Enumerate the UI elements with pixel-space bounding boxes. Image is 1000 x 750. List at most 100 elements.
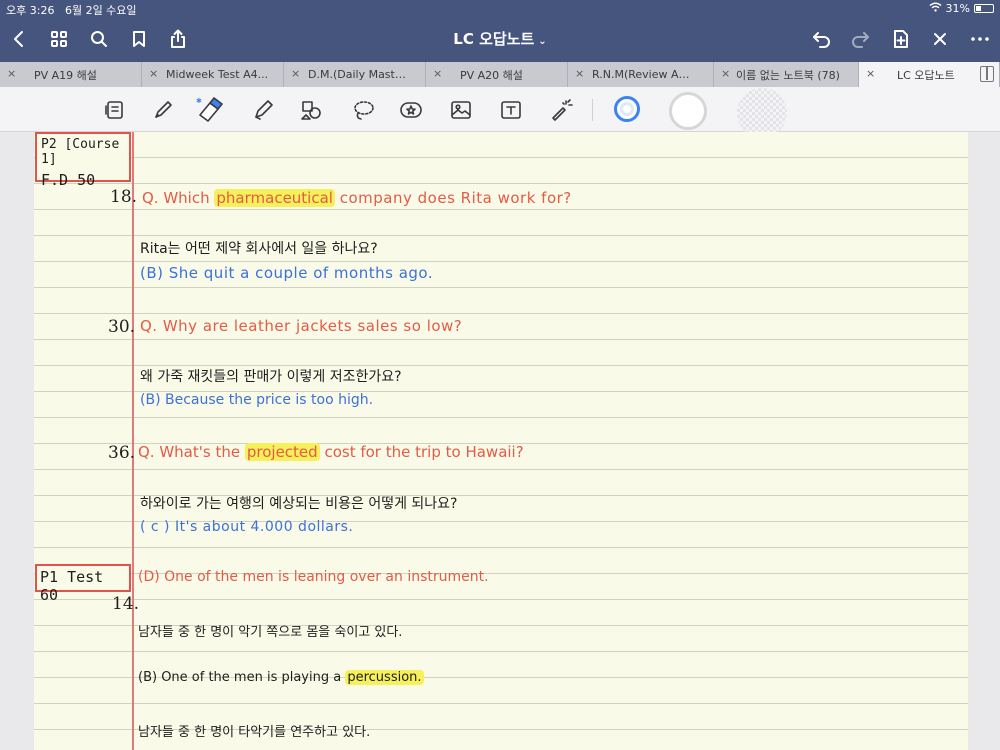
status-bar-right: 31% (929, 2, 994, 15)
question-number: 14. (112, 594, 140, 614)
lined-paper[interactable] (34, 132, 968, 750)
tab-label: PV A20 해설 (460, 68, 523, 82)
question-text: Q. Which (142, 189, 210, 207)
redo-icon (852, 32, 869, 48)
highlighter-tool[interactable] (248, 95, 278, 125)
page-view-icon (105, 101, 123, 119)
redo-button[interactable] (845, 24, 875, 54)
battery-percent: 31% (945, 2, 970, 15)
highlighted-word: pharmaceutical (214, 189, 335, 207)
laser-pointer-tool[interactable] (546, 95, 576, 125)
margin-line (132, 132, 134, 750)
answer-18: (B) She quit a couple of months ago. (140, 264, 434, 282)
tab-close-icon[interactable]: × (721, 67, 730, 80)
eraser-icon: ✱ (196, 97, 223, 122)
answer-d: (D) One of the men is leaning over an in… (138, 569, 489, 585)
question-18-translation: Rita는 어떤 제약 회사에서 일을 하나요? (140, 241, 378, 257)
answer-b: (B) One of the men is playing a percussi… (138, 670, 424, 685)
tab-review-and[interactable]: × R.N.M(Review And... (568, 62, 714, 87)
tab-close-icon[interactable]: × (7, 67, 16, 80)
more-icon (971, 37, 989, 41)
tab-bar: × PV A19 해설 × Midweek Test A4... × D.M.(… (0, 62, 1000, 87)
answer-30: (B) Because the price is too high. (140, 392, 374, 408)
tab-label: 이름 없는 노트북 (78) (736, 68, 840, 82)
question-text: company does Rita work for? (339, 189, 572, 207)
test-label-box: P1 Test 60 (35, 564, 131, 604)
question-number: 30. (108, 317, 136, 337)
question-18: Q. Which pharmaceutical company does Rit… (142, 189, 572, 207)
close-button[interactable] (925, 24, 955, 54)
text-icon (501, 101, 521, 119)
course-label-box: P2 [Course 1] F.D 50 (35, 132, 131, 189)
battery-icon (974, 4, 994, 13)
text-tool[interactable] (496, 95, 526, 125)
laser-pointer-icon (552, 99, 573, 121)
question-36-translation: 하와이로 가는 여행의 예상되는 비용은 어떻게 되나요? (140, 496, 458, 512)
question-number: 36. (108, 443, 136, 463)
toolbar-separator (592, 99, 593, 121)
tab-close-icon[interactable]: × (433, 67, 442, 80)
question-number: 18. (110, 187, 138, 207)
color-swatch-secondary[interactable] (669, 92, 707, 130)
sticker-tool[interactable] (396, 95, 426, 125)
question-30-translation: 왜 가죽 재킷들의 판매가 이렇게 저조한가요? (140, 369, 402, 385)
notebook-page[interactable]: P2 [Course 1] F.D 50 18. Q. Which pharma… (0, 132, 1000, 750)
tab-untitled-notebook[interactable]: × 이름 없는 노트북 (78) (714, 62, 859, 87)
lasso-tool[interactable] (349, 95, 379, 125)
chevron-down-icon: ⌄ (538, 36, 547, 47)
drawing-toolbar: ✱ (0, 87, 1000, 138)
close-icon (934, 33, 946, 45)
question-text: cost for the trip to Hawaii? (324, 443, 524, 461)
answer-36: ( c ) It's about 4.000 dollars. (140, 519, 354, 535)
question-36: Q. What's the projected cost for the tri… (138, 443, 524, 461)
document-title-text: LC 오답노트 (453, 30, 535, 48)
tab-close-icon[interactable]: × (149, 67, 158, 80)
tab-label: Midweek Test A4... (166, 68, 269, 81)
tab-close-icon[interactable]: × (291, 67, 300, 80)
answer-text: (B) One of the men is playing a (138, 670, 342, 685)
question-30: Q. Why are leather jackets sales so low? (140, 317, 463, 335)
add-page-icon (894, 30, 908, 48)
undo-icon (813, 32, 830, 48)
status-date: 6월 2일 수요일 (64, 4, 137, 17)
shapes-tool[interactable] (297, 95, 327, 125)
wifi-icon (929, 2, 942, 15)
lasso-icon (354, 101, 374, 120)
highlighted-word: projected (244, 443, 320, 461)
bluetooth-icon: ✱ (196, 97, 202, 105)
sticker-icon (400, 102, 422, 118)
page-view-button[interactable] (100, 95, 130, 125)
tab-pv-a19[interactable]: × PV A19 해설 (0, 62, 142, 87)
tab-close-icon[interactable]: × (575, 67, 584, 80)
split-view-icon[interactable] (980, 66, 994, 82)
status-time: 오후 3:26 (6, 4, 55, 17)
tab-label: R.N.M(Review And... (592, 68, 696, 81)
tab-daily-master[interactable]: × D.M.(Daily Master... (284, 62, 426, 87)
eraser-tool[interactable]: ✱ (196, 95, 226, 125)
status-bar-time: 오후 3:26 6월 2일 수요일 (6, 2, 137, 18)
highlighter-icon (255, 100, 273, 120)
tab-label: D.M.(Daily Master... (308, 68, 412, 81)
color-swatch-tertiary[interactable] (737, 88, 787, 138)
color-swatch-selected[interactable] (614, 96, 640, 122)
top-bar: 오후 3:26 6월 2일 수요일 31% LC 오답노트 ⌄ (0, 0, 1000, 62)
tab-close-icon[interactable]: × (866, 67, 875, 80)
image-icon (451, 101, 471, 119)
course-label: P2 [Course 1] (41, 137, 120, 167)
image-tool[interactable] (446, 95, 476, 125)
more-button[interactable] (965, 24, 995, 54)
highlighted-word: percussion. (345, 670, 424, 685)
shapes-icon (301, 101, 321, 120)
tab-lc-wrong-answer-note[interactable]: × LC 오답노트 (859, 62, 1000, 87)
add-page-button[interactable] (886, 24, 916, 54)
tab-label: PV A19 해설 (34, 68, 97, 82)
tab-midweek-test[interactable]: × Midweek Test A4... (142, 62, 284, 87)
tab-label: LC 오답노트 (897, 68, 955, 82)
answer-b-translation: 남자들 중 한 명이 타악기를 연주하고 있다. (138, 725, 371, 740)
pen-tool[interactable] (148, 95, 178, 125)
undo-button[interactable] (807, 24, 837, 54)
tab-pv-a20[interactable]: × PV A20 해설 (426, 62, 568, 87)
question-14-translation: 남자들 중 한 명이 악기 쪽으로 몸을 숙이고 있다. (138, 625, 403, 640)
pen-icon (155, 101, 172, 118)
question-text: Q. What's the (138, 443, 241, 461)
